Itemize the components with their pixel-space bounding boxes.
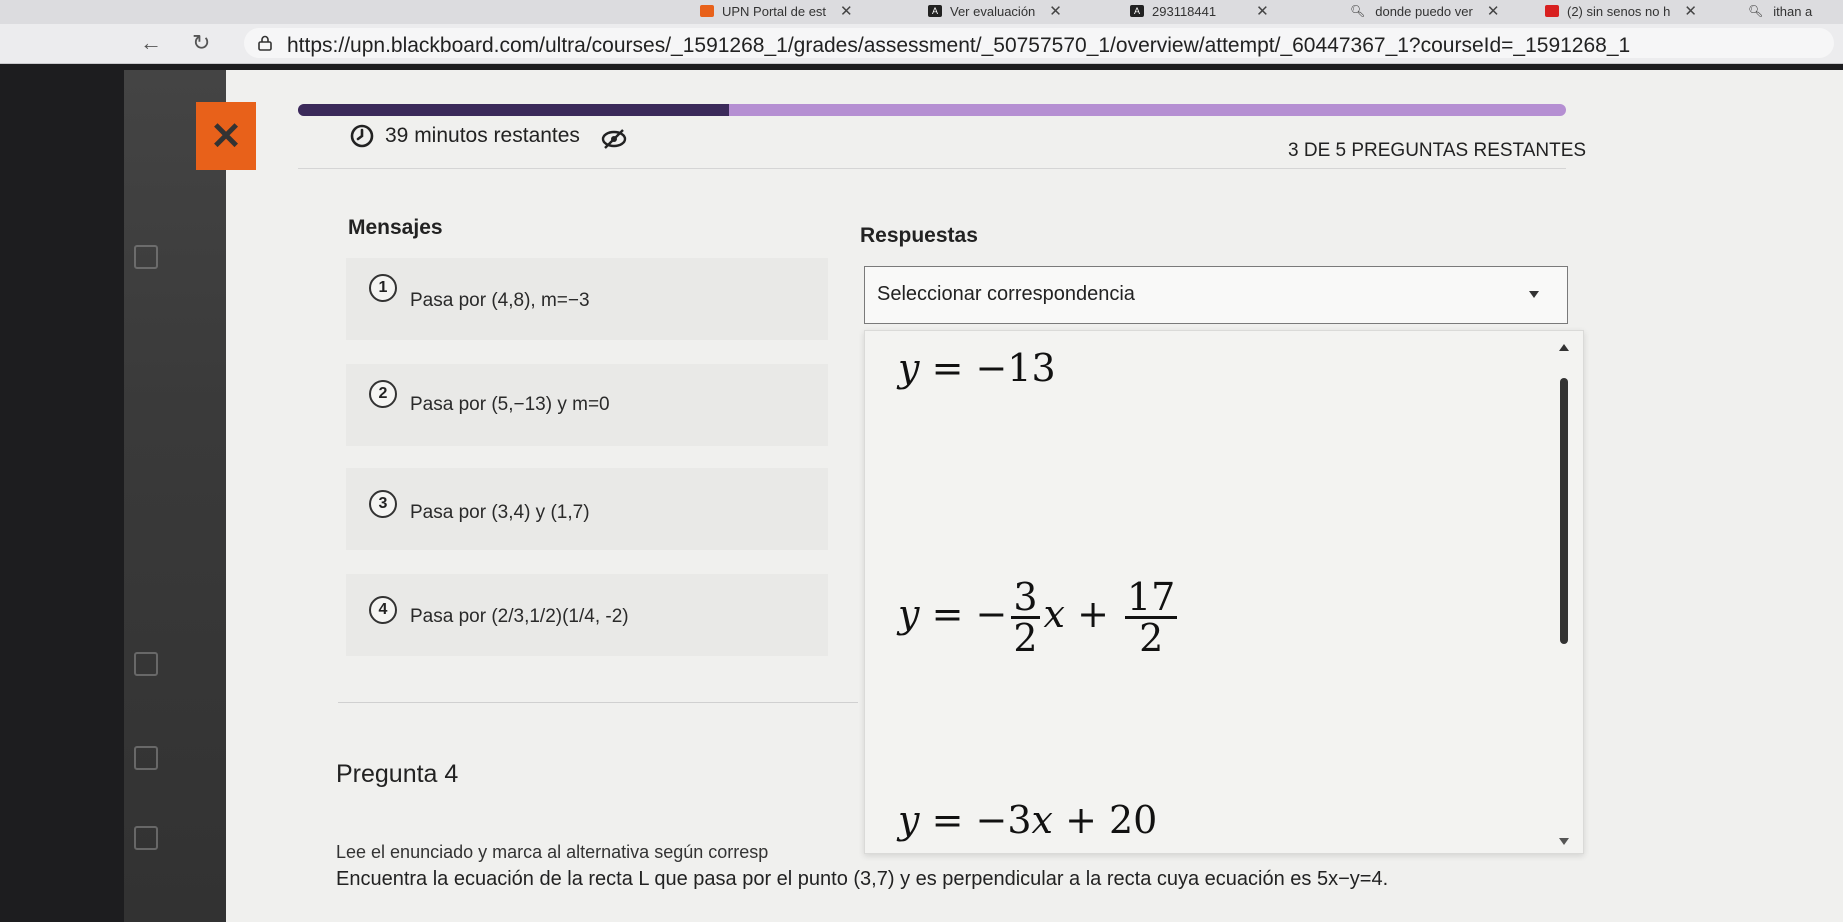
close-tab-icon[interactable]: ✕ bbox=[1256, 2, 1269, 20]
course-sidebar bbox=[124, 70, 226, 922]
message-item-text: Pasa por (3,4) y (1,7) bbox=[410, 502, 590, 523]
sidebar-icon[interactable] bbox=[134, 652, 158, 676]
sidebar-icon[interactable] bbox=[134, 826, 158, 850]
question-body: Encuentra la ecuación de la recta L que … bbox=[336, 868, 1389, 890]
item-number-badge: 2 bbox=[369, 380, 397, 408]
close-tab-icon[interactable]: ✕ bbox=[840, 2, 853, 20]
tab-search-donde[interactable]: 🔍︎ donde puedo ver ✕ bbox=[1350, 0, 1528, 22]
hide-timer-icon[interactable] bbox=[600, 128, 628, 150]
close-tab-icon[interactable]: ✕ bbox=[1487, 2, 1500, 20]
url-text: https://upn.blackboard.com/ultra/courses… bbox=[287, 34, 1631, 57]
scroll-down-arrow-icon[interactable] bbox=[1559, 838, 1569, 845]
tab-label: UPN Portal de est bbox=[722, 3, 827, 19]
search-icon: 🔍︎ bbox=[1748, 4, 1764, 18]
timer-icon bbox=[350, 124, 374, 148]
item-number-badge: 3 bbox=[369, 490, 397, 518]
option-y-eq-neg13[interactable]: y = −13 bbox=[898, 346, 1056, 390]
answers-header: Respuestas bbox=[860, 224, 978, 247]
tab-ver-evaluacion[interactable]: A Ver evaluación ✕ bbox=[928, 0, 1118, 22]
tab-video[interactable]: (2) sin senos no h ✕ bbox=[1545, 0, 1735, 22]
browser-tab-bar: UPN Portal de est ✕ A Ver evaluación ✕ A… bbox=[0, 0, 1843, 24]
search-icon: 🔍︎ bbox=[1350, 4, 1366, 18]
blackboard-favicon-icon: A bbox=[1130, 5, 1144, 17]
close-icon: ✕ bbox=[210, 115, 242, 158]
progress-bar-fill bbox=[298, 104, 729, 116]
section-divider bbox=[338, 702, 858, 703]
tab-search-ithan[interactable]: 🔍︎ ithan a bbox=[1748, 0, 1843, 22]
blackboard-favicon-icon: A bbox=[928, 5, 942, 17]
option-y-eq-neg3x-plus-20[interactable]: y = −3x + 20 bbox=[898, 798, 1157, 842]
chevron-down-icon bbox=[1529, 291, 1539, 298]
messages-header: Mensajes bbox=[348, 216, 443, 239]
tab-label: 293118441 bbox=[1152, 3, 1217, 19]
listbox-scrollbar-thumb[interactable] bbox=[1560, 378, 1568, 644]
tab-label: Ver evaluación bbox=[950, 3, 1036, 19]
select-placeholder: Seleccionar correspondencia bbox=[877, 283, 1135, 305]
questions-remaining: 3 DE 5 PREGUNTAS RESTANTES bbox=[1288, 140, 1587, 161]
option-y-eq-neg3-2x-plus-17-2[interactable]: y = −3 2 x + 17 2 bbox=[898, 578, 1181, 657]
tab-label: ithan a bbox=[1773, 3, 1813, 19]
upn-favicon-icon bbox=[700, 5, 714, 17]
close-tab-icon[interactable]: ✕ bbox=[1684, 2, 1697, 20]
item-number-badge: 4 bbox=[369, 596, 397, 624]
video-favicon-icon bbox=[1545, 5, 1559, 17]
reload-icon[interactable]: ↻ bbox=[192, 30, 210, 56]
sidebar-icon[interactable] bbox=[134, 746, 158, 770]
item-number-badge: 1 bbox=[369, 274, 397, 302]
scroll-up-arrow-icon[interactable] bbox=[1559, 344, 1569, 351]
back-icon[interactable]: ← bbox=[140, 30, 162, 56]
message-item-text: Pasa por (4,8), m=−3 bbox=[410, 290, 590, 311]
lock-icon bbox=[258, 35, 272, 51]
header-divider bbox=[298, 168, 1566, 169]
tab-upn-portal[interactable]: UPN Portal de est ✕ bbox=[700, 0, 910, 22]
close-tab-icon[interactable]: ✕ bbox=[1049, 2, 1062, 20]
sidebar-icon[interactable] bbox=[134, 245, 158, 269]
message-item-text: Pasa por (5,−13) y m=0 bbox=[410, 394, 610, 415]
tab-293118441[interactable]: A 293118441 ✕ bbox=[1130, 0, 1330, 22]
match-select-dropdown[interactable]: Seleccionar correspondencia bbox=[864, 266, 1568, 324]
message-item-text: Pasa por (2/3,1/2)(1/4, -2) bbox=[410, 606, 629, 627]
close-assessment-button[interactable]: ✕ bbox=[196, 102, 256, 170]
tab-label: donde puedo ver bbox=[1375, 3, 1473, 19]
tab-label: (2) sin senos no h bbox=[1567, 3, 1671, 19]
question-instruction: Lee el enunciado y marca al alternativa … bbox=[336, 842, 769, 862]
time-remaining: 39 minutos restantes bbox=[385, 124, 580, 147]
question-title: Pregunta 4 bbox=[336, 760, 459, 788]
